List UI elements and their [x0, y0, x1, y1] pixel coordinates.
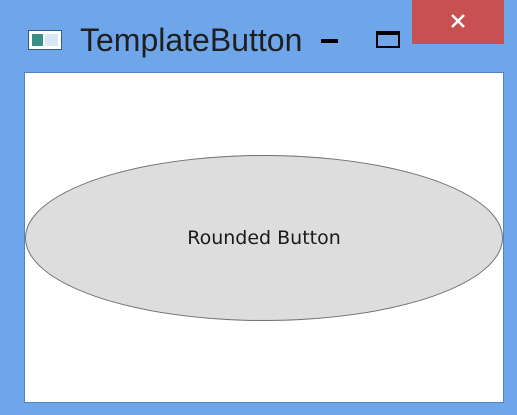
app-icon-pane-right	[45, 34, 58, 46]
minimize-icon	[321, 39, 338, 43]
window-title: TemplateButton	[80, 22, 303, 58]
close-icon	[451, 14, 465, 28]
app-icon-pane	[32, 34, 43, 46]
rounded-button-label: Rounded Button	[187, 227, 341, 249]
maximize-icon	[376, 31, 400, 48]
minimize-button[interactable]	[311, 0, 355, 72]
close-button[interactable]	[412, 0, 504, 44]
title-bar[interactable]: TemplateButton	[0, 0, 517, 72]
maximize-button[interactable]	[366, 0, 410, 72]
window-content: Rounded Button	[24, 72, 504, 403]
rounded-button[interactable]: Rounded Button	[25, 155, 503, 321]
app-window-icon[interactable]	[28, 30, 62, 50]
window-frame: TemplateButton Rounded Button	[0, 0, 517, 415]
